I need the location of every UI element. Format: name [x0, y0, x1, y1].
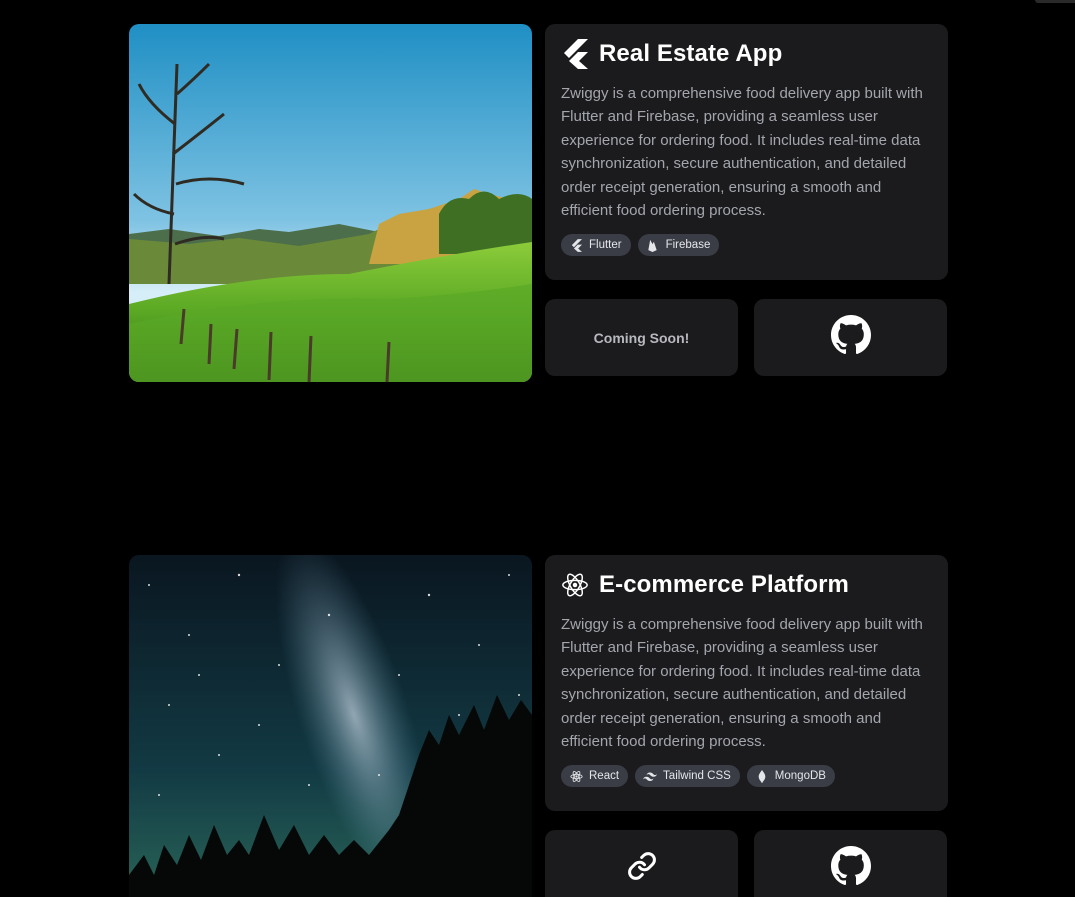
react-icon	[569, 769, 583, 783]
live-demo-button[interactable]: Coming Soon!	[545, 299, 738, 376]
project-title: Real Estate App	[599, 40, 783, 67]
github-icon	[830, 315, 871, 360]
tag-label: Tailwind CSS	[663, 770, 731, 783]
github-icon	[830, 846, 871, 891]
tech-tags: React Tailwind CSS MongoDB	[561, 765, 932, 788]
mongodb-icon	[755, 769, 769, 783]
tag-label: Firebase	[665, 239, 711, 252]
tag-label: Flutter	[589, 239, 622, 252]
react-icon	[561, 569, 589, 601]
project-description: Zwiggy is a comprehensive food delivery …	[561, 85, 923, 220]
tag-mongodb: MongoDB	[746, 765, 835, 788]
flutter-icon	[561, 38, 589, 70]
flutter-icon	[569, 238, 583, 252]
tag-react: React	[561, 765, 629, 788]
project-title-row: Real Estate App	[561, 38, 932, 70]
tag-label: React	[589, 770, 620, 783]
link-icon	[627, 851, 657, 886]
project-title: E-commerce Platform	[599, 571, 849, 598]
tag-tailwind: Tailwind CSS	[635, 765, 740, 788]
tag-label: MongoDB	[774, 770, 826, 783]
tag-firebase: Firebase	[637, 234, 720, 257]
tailwind-icon	[643, 769, 658, 783]
tech-tags: Flutter Firebase	[561, 234, 932, 257]
project-description: Zwiggy is a comprehensive food delivery …	[561, 616, 923, 751]
project-info-panel: Real Estate App Zwiggy is a comprehensiv…	[545, 24, 948, 280]
project-image-meadow	[129, 24, 532, 382]
firebase-icon	[646, 238, 660, 252]
github-button[interactable]	[754, 830, 947, 897]
project-image-milky-way	[129, 555, 532, 897]
window-corner	[1035, 0, 1075, 3]
github-button[interactable]	[754, 299, 947, 376]
project-info-panel: E-commerce Platform Zwiggy is a comprehe…	[545, 555, 948, 811]
tag-flutter: Flutter	[561, 234, 631, 257]
live-link-button[interactable]	[545, 830, 738, 897]
coming-soon-label: Coming Soon!	[593, 329, 690, 346]
project-title-row: E-commerce Platform	[561, 569, 932, 601]
